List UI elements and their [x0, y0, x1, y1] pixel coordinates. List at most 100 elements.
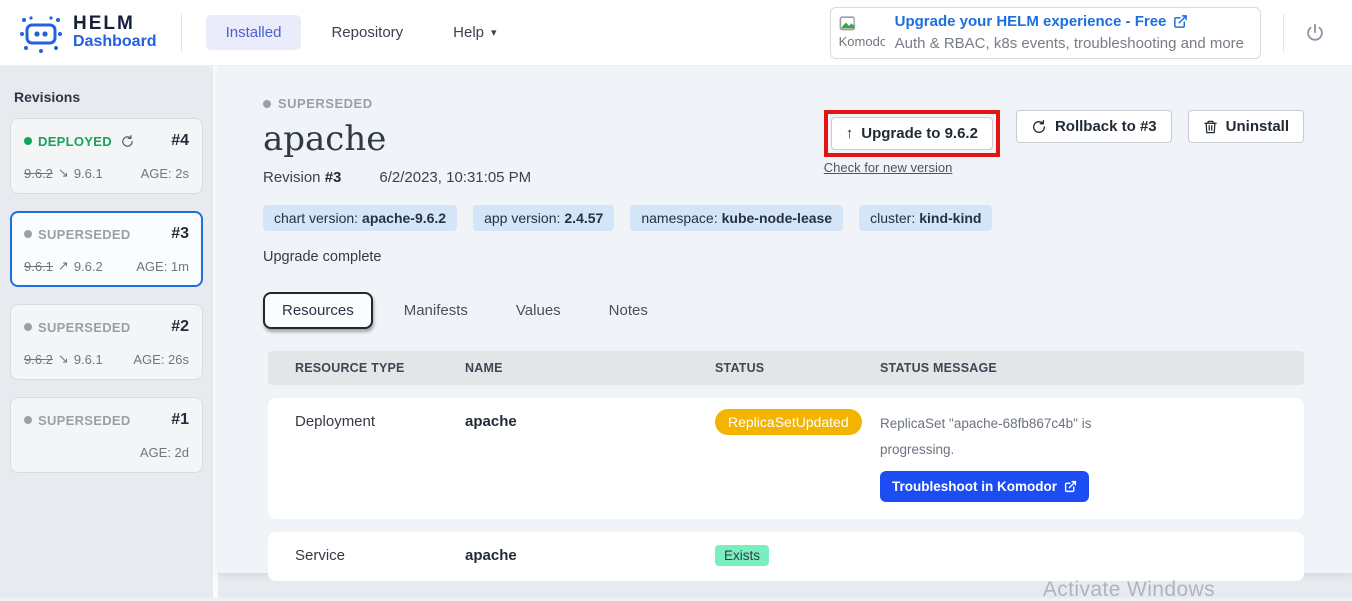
- column-status: STATUS: [715, 361, 880, 375]
- komodor-image-alt-text: Komodor: [839, 34, 885, 49]
- chip-app-version-value: 2.4.57: [564, 210, 603, 226]
- nav-menu-help[interactable]: Help ▾: [433, 15, 516, 50]
- revision-card-1[interactable]: SUPERSEDED #1 AGE: 2d: [10, 397, 203, 473]
- troubleshoot-komodor-button[interactable]: Troubleshoot in Komodor: [880, 471, 1089, 502]
- release-detail-panel: SUPERSEDED apache Revision #3 6/2/2023, …: [218, 66, 1352, 573]
- trash-icon: [1203, 119, 1218, 135]
- chip-namespace: namespace:kube-node-lease: [630, 205, 843, 231]
- tab-resources[interactable]: Resources: [263, 292, 373, 329]
- cell-resource-type: Deployment: [295, 413, 465, 430]
- troubleshoot-button-label: Troubleshoot in Komodor: [892, 479, 1057, 494]
- status-message: ReplicaSet "apache-68fb867c4b" is progre…: [880, 411, 1304, 462]
- old-version: 9.6.1: [24, 259, 53, 274]
- old-version: 9.6.2: [24, 352, 53, 367]
- power-icon: [1304, 22, 1326, 44]
- status-dot-icon: [24, 230, 32, 238]
- revision-date: 6/2/2023, 10:31:05 PM: [379, 169, 531, 186]
- top-header: HELM Dashboard Installed Repository Help…: [0, 0, 1352, 66]
- resources-table: RESOURCE TYPE NAME STATUS STATUS MESSAGE…: [268, 351, 1304, 581]
- banner-title[interactable]: Upgrade your HELM experience - Free: [895, 11, 1167, 33]
- version-arrow-icon: ↗: [58, 258, 69, 274]
- nav-tab-repository-label: Repository: [331, 24, 403, 41]
- upgrade-button[interactable]: ↑ Upgrade to 9.6.2: [831, 117, 993, 150]
- logo-text-helm: HELM: [73, 14, 157, 34]
- main-nav: Installed Repository Help ▾: [206, 15, 517, 50]
- external-link-icon: [1064, 480, 1077, 493]
- helm-dashboard-logo[interactable]: HELM Dashboard: [18, 10, 157, 56]
- cell-name: apache: [465, 547, 715, 564]
- cell-resource-type: Service: [295, 547, 465, 564]
- version-arrow-icon: ↘: [58, 165, 69, 181]
- chevron-down-icon: ▾: [491, 26, 497, 39]
- revision-card-2[interactable]: SUPERSEDED #2 9.6.2 ↘ 9.6.1 AGE: 26s: [10, 304, 203, 380]
- komodor-promo-banner[interactable]: Komodor Upgrade your HELM experience - F…: [830, 7, 1261, 59]
- table-header-row: RESOURCE TYPE NAME STATUS STATUS MESSAGE: [268, 351, 1304, 385]
- column-resource-type: RESOURCE TYPE: [295, 361, 465, 375]
- tab-manifests[interactable]: Manifests: [387, 294, 485, 327]
- revisions-sidebar: Revisions DEPLOYED #4 9.6.2 ↘ 9.6.1 AGE:…: [0, 66, 213, 601]
- new-version: 9.6.2: [74, 259, 103, 274]
- old-version: 9.6.2: [24, 166, 53, 181]
- chip-cluster: cluster:kind-kind: [859, 205, 992, 231]
- table-row-deployment: Deployment apache ReplicaSetUpdated Repl…: [268, 398, 1304, 519]
- status-dot-icon: [263, 100, 271, 108]
- komodor-broken-image: Komodor: [839, 16, 885, 49]
- revision-status: SUPERSEDED: [38, 227, 131, 242]
- revision-number-value: #3: [325, 169, 342, 186]
- revision-card-3[interactable]: SUPERSEDED #3 9.6.1 ↗ 9.6.2 AGE: 1m: [10, 211, 203, 287]
- release-title: apache: [263, 119, 824, 159]
- rollback-icon: [1031, 119, 1047, 135]
- rollback-button[interactable]: Rollback to #3: [1016, 110, 1172, 143]
- status-badge-replicasetupdated: ReplicaSetUpdated: [715, 409, 862, 435]
- uninstall-button[interactable]: Uninstall: [1188, 110, 1304, 143]
- nav-tab-installed[interactable]: Installed: [206, 15, 302, 50]
- upgrade-arrow-icon: ↑: [846, 125, 854, 142]
- tab-notes[interactable]: Notes: [592, 294, 665, 327]
- revision-card-4[interactable]: DEPLOYED #4 9.6.2 ↘ 9.6.1 AGE: 2s: [10, 118, 203, 194]
- table-row-service: Service apache Exists: [268, 532, 1304, 581]
- red-highlight-annotation: ↑ Upgrade to 9.6.2: [824, 110, 1000, 157]
- rollback-button-label: Rollback to #3: [1055, 118, 1157, 135]
- revision-age: AGE: 26s: [133, 352, 189, 367]
- detail-tabs: Resources Manifests Values Notes: [263, 292, 1304, 329]
- cell-name: apache: [465, 413, 715, 430]
- chip-namespace-value: kube-node-lease: [722, 210, 832, 226]
- revisions-title: Revisions: [14, 89, 199, 105]
- revision-status: DEPLOYED: [38, 134, 112, 149]
- revision-status: SUPERSEDED: [38, 413, 131, 428]
- revision-age: AGE: 2s: [141, 166, 189, 181]
- column-status-message: STATUS MESSAGE: [880, 361, 1304, 375]
- chip-app-version: app version:2.4.57: [473, 205, 614, 231]
- revision-number: #2: [171, 318, 189, 336]
- logo-text-dashboard: Dashboard: [73, 34, 157, 51]
- header-divider-right: [1283, 14, 1284, 52]
- upgrade-button-label: Upgrade to 9.6.2: [861, 125, 978, 142]
- banner-subtitle: Auth & RBAC, k8s events, troubleshooting…: [895, 33, 1244, 55]
- nav-menu-help-label: Help: [453, 24, 484, 41]
- revision-number: #3: [171, 225, 189, 243]
- release-status-badge: SUPERSEDED: [278, 96, 373, 111]
- chip-cluster-value: kind-kind: [919, 210, 981, 226]
- new-version: 9.6.1: [74, 166, 103, 181]
- version-arrow-icon: ↘: [58, 351, 69, 367]
- chip-chart-version: chart version:apache-9.6.2: [263, 205, 457, 231]
- tab-values[interactable]: Values: [499, 294, 578, 327]
- column-name: NAME: [465, 361, 715, 375]
- nav-tab-installed-label: Installed: [226, 24, 282, 41]
- status-badge-exists: Exists: [715, 545, 769, 566]
- shutdown-button[interactable]: [1304, 22, 1326, 44]
- chip-chart-version-value: apache-9.6.2: [362, 210, 446, 226]
- revision-number: #4: [171, 132, 189, 150]
- nav-tab-repository[interactable]: Repository: [311, 15, 423, 50]
- status-dot-icon: [24, 323, 32, 331]
- revision-age: AGE: 1m: [136, 259, 189, 274]
- revision-label: Revision #3: [263, 169, 341, 186]
- revision-age: AGE: 2d: [140, 445, 189, 460]
- revision-number: #1: [171, 411, 189, 429]
- revision-status: SUPERSEDED: [38, 320, 131, 335]
- release-description: Upgrade complete: [263, 249, 1304, 265]
- check-new-version-link[interactable]: Check for new version: [824, 160, 1000, 175]
- reload-icon: [120, 134, 135, 149]
- new-version: 9.6.1: [74, 352, 103, 367]
- status-dot-icon: [24, 137, 32, 145]
